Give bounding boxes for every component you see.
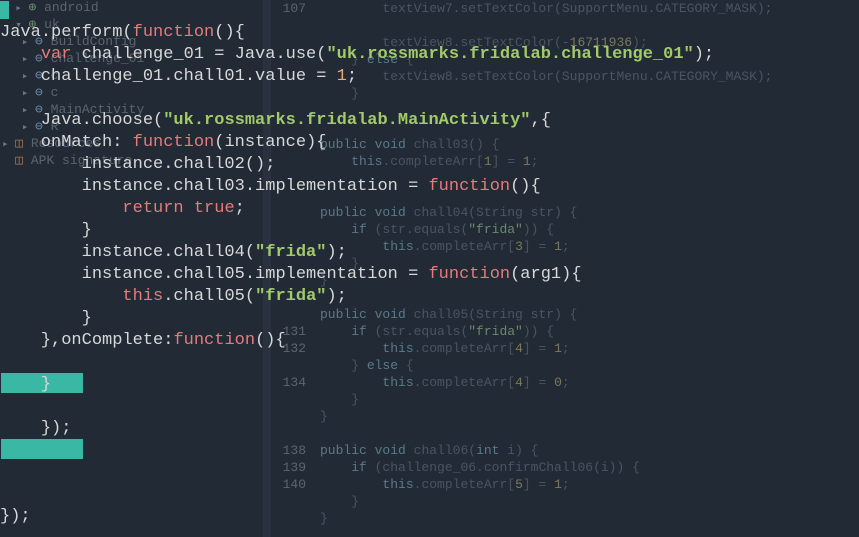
foreground-code-editor[interactable]: Java.perform(function(){ var challenge_0… [0, 0, 714, 528]
terminal-cursor [0, 1, 9, 19]
